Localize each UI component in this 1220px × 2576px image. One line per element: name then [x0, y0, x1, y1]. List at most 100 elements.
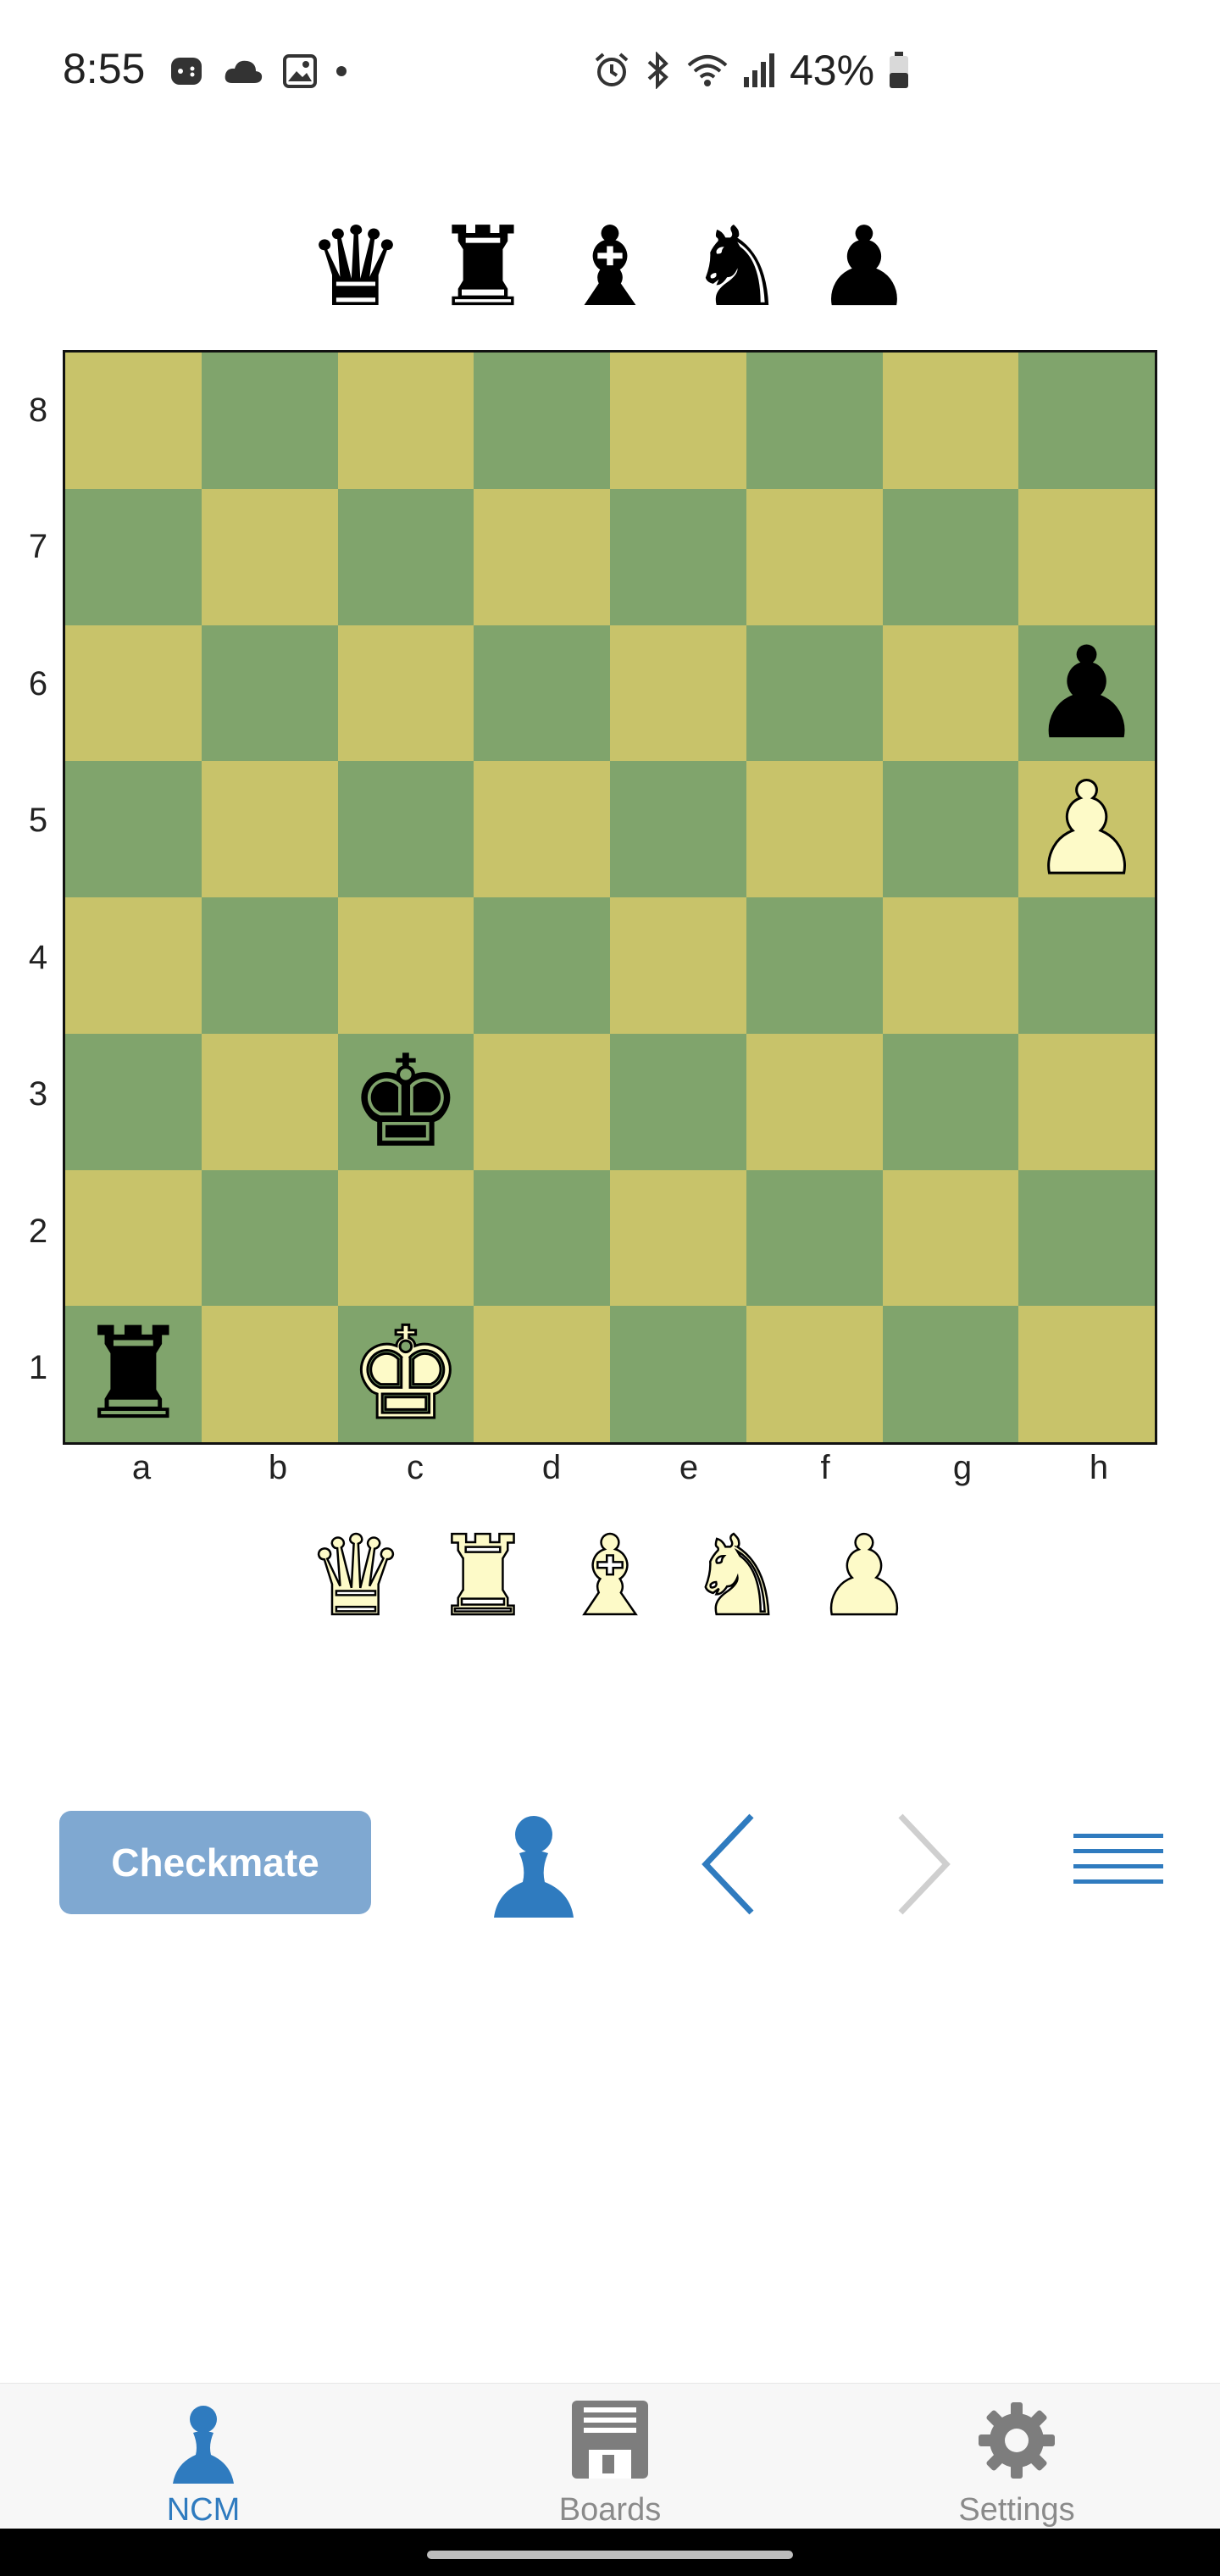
square-e5[interactable]	[610, 761, 746, 897]
captured-black-pawn-icon: ♟	[814, 205, 914, 329]
square-h6[interactable]: ♟	[1018, 625, 1155, 762]
status-left-icons	[169, 54, 347, 88]
square-h1[interactable]	[1018, 1306, 1155, 1442]
rank-label-7: 7	[28, 528, 48, 565]
square-c2[interactable]	[337, 1169, 474, 1307]
square-b8[interactable]	[201, 353, 338, 489]
square-c5[interactable]	[337, 761, 474, 897]
square-g5[interactable]	[882, 761, 1019, 897]
chevron-left-icon	[702, 1813, 754, 1915]
menu-button[interactable]	[1059, 1805, 1178, 1924]
square-h8[interactable]	[1018, 353, 1155, 489]
file-label-b: b	[268, 1449, 288, 1486]
square-f1[interactable]	[746, 1306, 883, 1442]
square-b6[interactable]	[201, 625, 338, 762]
battery-percent: 43%	[790, 47, 875, 94]
square-b1[interactable]	[201, 1306, 338, 1442]
gallery-icon	[283, 54, 317, 88]
square-h5[interactable]: ♟	[1018, 760, 1155, 898]
square-f7[interactable]	[746, 488, 883, 625]
square-d4[interactable]	[474, 897, 610, 1034]
previous-move-button[interactable]	[669, 1805, 788, 1924]
square-a6[interactable]	[65, 625, 202, 762]
square-a8[interactable]	[65, 353, 202, 489]
nav-item-boards[interactable]: Boards	[483, 2384, 737, 2528]
square-g7[interactable]	[882, 488, 1019, 625]
nav-item-settings[interactable]: Settings	[890, 2384, 1144, 2528]
square-d5[interactable]	[474, 761, 610, 897]
square-d2[interactable]	[474, 1169, 610, 1307]
black-piece-h6[interactable]: ♟	[1018, 625, 1155, 762]
square-b7[interactable]	[201, 488, 338, 625]
square-g4[interactable]	[882, 897, 1019, 1034]
square-f6[interactable]	[746, 625, 883, 762]
square-g2[interactable]	[882, 1169, 1019, 1307]
battery-icon	[888, 51, 910, 90]
square-f5[interactable]	[746, 761, 883, 897]
square-d1[interactable]	[474, 1306, 610, 1442]
square-b5[interactable]	[201, 761, 338, 897]
square-b2[interactable]	[201, 1169, 338, 1307]
square-h2[interactable]	[1018, 1169, 1155, 1307]
home-handle[interactable]	[427, 2551, 793, 2559]
square-f3[interactable]	[746, 1033, 883, 1170]
square-a3[interactable]	[65, 1033, 202, 1170]
square-a4[interactable]	[65, 897, 202, 1034]
rank-label-1: 1	[28, 1349, 48, 1386]
checkmate-button[interactable]: Checkmate	[59, 1811, 371, 1914]
floppy-disk-icon	[483, 2401, 737, 2485]
rank-label-3: 3	[28, 1075, 48, 1113]
square-f2[interactable]	[746, 1169, 883, 1307]
square-e3[interactable]	[610, 1033, 746, 1170]
black-piece-c3[interactable]: ♚	[338, 1034, 474, 1170]
nav-item-ncm[interactable]: NCM	[76, 2384, 330, 2528]
square-c4[interactable]	[337, 897, 474, 1034]
square-e4[interactable]	[610, 897, 746, 1034]
file-label-a: a	[131, 1449, 152, 1486]
square-b4[interactable]	[201, 897, 338, 1034]
square-c1[interactable]: ♚	[337, 1305, 474, 1443]
square-e6[interactable]	[610, 625, 746, 762]
square-h7[interactable]	[1018, 488, 1155, 625]
square-a7[interactable]	[65, 488, 202, 625]
board-grid: ♟ ♟ ♚ ♜ ♚	[65, 353, 1155, 1443]
square-a5[interactable]	[65, 761, 202, 897]
square-a2[interactable]	[65, 1169, 202, 1307]
square-g8[interactable]	[882, 353, 1019, 489]
square-d6[interactable]	[474, 625, 610, 762]
file-label-e: e	[679, 1449, 699, 1486]
square-e8[interactable]	[610, 353, 746, 489]
nav-label-ncm: NCM	[166, 2492, 241, 2528]
square-b3[interactable]	[201, 1033, 338, 1170]
status-bar: 8:55 43%	[0, 0, 1220, 144]
nav-label-settings: Settings	[958, 2492, 1075, 2528]
square-c3[interactable]: ♚	[337, 1033, 474, 1170]
square-g3[interactable]	[882, 1033, 1019, 1170]
chevron-right-icon	[898, 1813, 951, 1915]
white-piece-h5[interactable]: ♟	[1018, 760, 1155, 898]
square-d3[interactable]	[474, 1033, 610, 1170]
file-label-c: c	[407, 1449, 424, 1486]
square-h4[interactable]	[1018, 897, 1155, 1034]
square-g1[interactable]	[882, 1306, 1019, 1442]
black-piece-a1[interactable]: ♜	[65, 1306, 202, 1442]
wifi-icon	[686, 52, 729, 89]
square-d7[interactable]	[474, 488, 610, 625]
captured-white-pawn-icon: ♟	[813, 1514, 914, 1638]
square-e1[interactable]	[610, 1306, 746, 1442]
square-e7[interactable]	[610, 488, 746, 625]
square-g6[interactable]	[882, 625, 1019, 762]
square-f8[interactable]	[746, 353, 883, 489]
captured-white-knight-icon: ♞	[686, 1514, 787, 1638]
turn-indicator-pawn-icon[interactable]	[474, 1805, 593, 1924]
next-move-button[interactable]	[864, 1805, 983, 1924]
square-c7[interactable]	[337, 488, 474, 625]
square-e2[interactable]	[610, 1169, 746, 1307]
square-d8[interactable]	[474, 353, 610, 489]
square-h3[interactable]	[1018, 1033, 1155, 1170]
square-c6[interactable]	[337, 625, 474, 762]
square-c8[interactable]	[337, 353, 474, 489]
white-piece-c1[interactable]: ♚	[338, 1305, 474, 1443]
square-a1[interactable]: ♜	[65, 1306, 202, 1442]
square-f4[interactable]	[746, 897, 883, 1034]
